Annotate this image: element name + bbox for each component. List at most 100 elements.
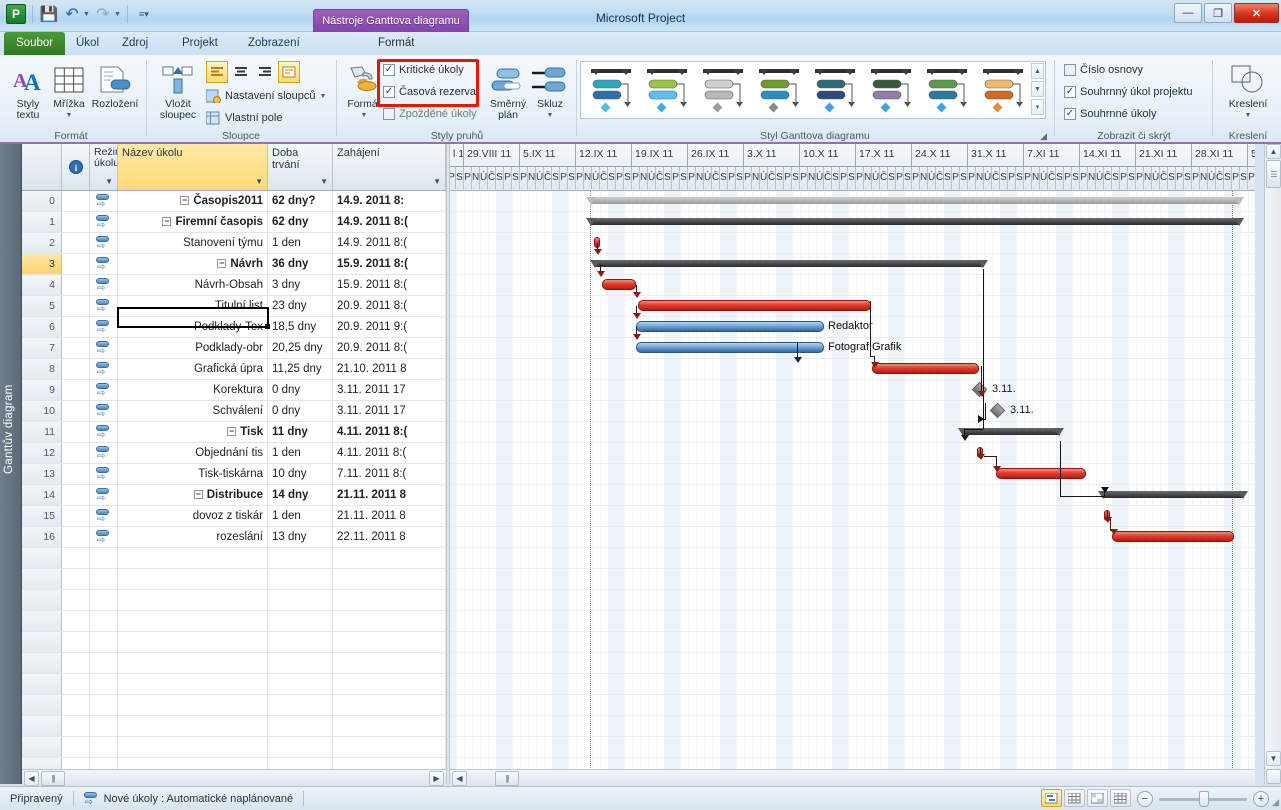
table-row[interactable]: 8 ⇨ Grafická úpra 11,25 dny 21.10. 2011 8: [22, 359, 446, 380]
cell-start[interactable]: 7.11. 2011 8:(: [333, 464, 446, 484]
cell-task-mode[interactable]: [90, 674, 118, 694]
summary-bar[interactable]: [590, 218, 1240, 225]
cell-task-name[interactable]: Titulní list: [118, 296, 268, 316]
slack-checkbox[interactable]: ✓ Časová rezerva: [383, 86, 476, 98]
gallery-scroll-down-icon[interactable]: ▼: [1031, 81, 1044, 97]
cell-task-name[interactable]: Podklady-obr: [118, 338, 268, 358]
cell-task-name[interactable]: dovoz z tiskár: [118, 506, 268, 526]
cell-task-mode[interactable]: ⇨: [90, 233, 118, 253]
cell-task-name[interactable]: Návrh-Obsah: [118, 275, 268, 295]
cell-task-name[interactable]: − Návrh: [118, 254, 268, 274]
cell-start[interactable]: 22.11. 2011 8: [333, 527, 446, 547]
cell-duration[interactable]: 14 dny: [268, 485, 333, 505]
cell-duration[interactable]: [268, 695, 333, 715]
name-filter-icon[interactable]: ▼: [255, 177, 263, 186]
cell-indicators[interactable]: [62, 590, 90, 610]
cell-duration[interactable]: 18,5 dny: [268, 317, 333, 337]
cell-task-mode[interactable]: ⇨: [90, 506, 118, 526]
cell-task-name[interactable]: [118, 632, 268, 652]
column-settings-item[interactable]: Nastavení sloupců ▼: [206, 89, 326, 103]
column-settings-dropdown-icon[interactable]: ▼: [320, 93, 327, 100]
cell-start[interactable]: [333, 674, 446, 694]
cell-task-mode[interactable]: [90, 653, 118, 673]
cell-duration[interactable]: 1 den: [268, 506, 333, 526]
row-expander-icon[interactable]: −: [162, 217, 172, 226]
cell-task-name[interactable]: Tisk-tiskárna: [118, 464, 268, 484]
cell-indicators[interactable]: [62, 233, 90, 253]
cell-task-mode[interactable]: [90, 716, 118, 736]
cell-duration[interactable]: 11,25 dny: [268, 359, 333, 379]
row-number[interactable]: 10: [22, 401, 62, 421]
row-number[interactable]: [22, 674, 62, 694]
table-row[interactable]: 10 ⇨ Schválení 0 dny 3.11. 2011 17: [22, 401, 446, 422]
gantt-style-gallery[interactable]: ▲ ▼ ▾: [580, 61, 1046, 119]
task-bar-critical[interactable]: [872, 363, 979, 374]
cell-start[interactable]: 15.9. 2011 8:(: [333, 254, 446, 274]
cell-task-mode[interactable]: ⇨: [90, 254, 118, 274]
cell-duration[interactable]: 11 dny: [268, 422, 333, 442]
tab-format[interactable]: Formát: [366, 32, 426, 55]
cell-task-mode[interactable]: ⇨: [90, 380, 118, 400]
row-expander-icon[interactable]: −: [217, 259, 227, 268]
gantt-style-item-6[interactable]: [865, 66, 921, 114]
cell-start[interactable]: 20.9. 2011 8:(: [333, 296, 446, 316]
project-summary-check-icon[interactable]: ✓: [1064, 86, 1076, 98]
close-button[interactable]: ✕: [1234, 3, 1279, 23]
cell-task-mode[interactable]: ⇨: [90, 485, 118, 505]
chart-scroll-left-icon[interactable]: ◀: [452, 771, 467, 786]
cell-indicators[interactable]: [62, 611, 90, 631]
cell-indicators[interactable]: [62, 485, 90, 505]
cell-task-mode[interactable]: [90, 611, 118, 631]
empty-row[interactable]: [22, 632, 446, 653]
tab-projekt[interactable]: Projekt: [170, 32, 230, 55]
format-dropdown-icon[interactable]: ▼: [340, 110, 388, 121]
cell-duration[interactable]: [268, 590, 333, 610]
cell-indicators[interactable]: [62, 401, 90, 421]
cell-indicators[interactable]: [62, 716, 90, 736]
row-number[interactable]: 16: [22, 527, 62, 547]
cell-task-mode[interactable]: ⇨: [90, 401, 118, 421]
cell-start[interactable]: [333, 548, 446, 568]
summary-bar[interactable]: [590, 197, 1240, 204]
row-number[interactable]: 2: [22, 233, 62, 253]
row-number[interactable]: 4: [22, 275, 62, 295]
empty-row[interactable]: [22, 737, 446, 758]
cell-start[interactable]: [333, 569, 446, 589]
row-number[interactable]: [22, 590, 62, 610]
empty-row[interactable]: [22, 695, 446, 716]
row-expander-icon[interactable]: −: [227, 427, 237, 436]
cell-task-name[interactable]: [118, 590, 268, 610]
cell-task-mode[interactable]: ⇨: [90, 359, 118, 379]
outline-number-check-icon[interactable]: ✓: [1064, 64, 1076, 76]
row-number[interactable]: 5: [22, 296, 62, 316]
cell-start[interactable]: 14.9. 2011 8:(: [333, 212, 446, 232]
tab-ukol[interactable]: Úkol: [64, 32, 111, 55]
drawing-button[interactable]: Kreslení ▼: [1222, 61, 1274, 121]
custom-fields-item[interactable]: Vlastní pole: [206, 111, 282, 125]
row-number[interactable]: 1: [22, 212, 62, 232]
slack-check-icon[interactable]: ✓: [383, 86, 395, 98]
tab-zdroj[interactable]: Zdroj: [110, 32, 160, 55]
row-number[interactable]: 13: [22, 464, 62, 484]
cell-start[interactable]: 3.11. 2011 17: [333, 380, 446, 400]
grid-hscrollbar[interactable]: ◀ ||| ▶: [22, 769, 446, 786]
zoom-slider-track[interactable]: [1159, 790, 1247, 807]
cell-task-name[interactable]: [118, 653, 268, 673]
align-center-icon[interactable]: [230, 61, 252, 83]
cell-task-mode[interactable]: [90, 590, 118, 610]
cell-task-mode[interactable]: ⇨: [90, 275, 118, 295]
cell-duration[interactable]: 36 dny: [268, 254, 333, 274]
cell-start[interactable]: [333, 695, 446, 715]
grid-header-duration[interactable]: Doba trvání ▼: [268, 144, 333, 190]
cell-task-name[interactable]: rozeslání: [118, 527, 268, 547]
resize-grip-icon[interactable]: ◢: [1272, 797, 1279, 808]
cell-indicators[interactable]: [62, 443, 90, 463]
gantt-style-item-4[interactable]: [753, 66, 809, 114]
row-number[interactable]: [22, 716, 62, 736]
cell-task-mode[interactable]: ⇨: [90, 443, 118, 463]
summary-tasks-checkbox[interactable]: ✓ Souhrnné úkoly: [1064, 108, 1156, 120]
wrap-text-icon[interactable]: [278, 61, 300, 83]
cell-indicators[interactable]: [62, 296, 90, 316]
cell-task-mode[interactable]: ⇨: [90, 422, 118, 442]
summary-bar[interactable]: [1102, 491, 1244, 498]
